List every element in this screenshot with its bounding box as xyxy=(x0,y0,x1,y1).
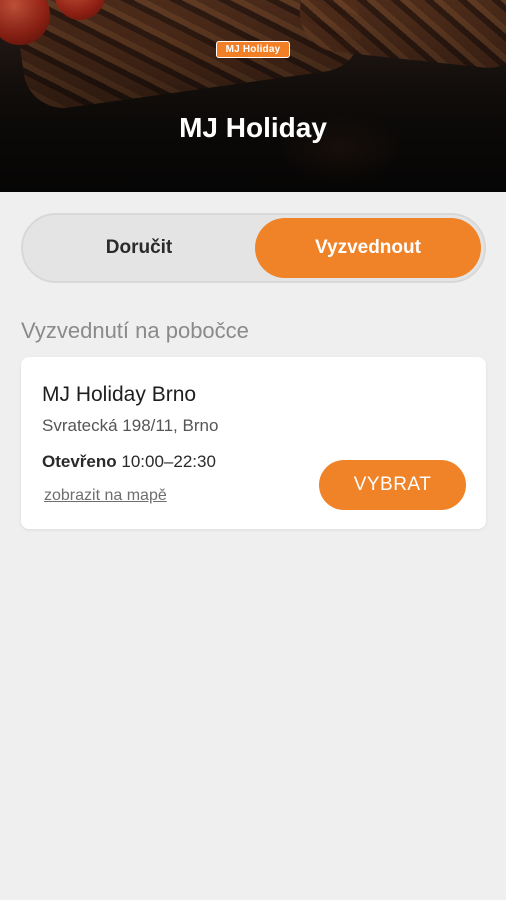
branch-address: Svratecká 198/11, Brno xyxy=(42,416,219,435)
section-heading: Vyzvednutí na pobočce xyxy=(21,318,249,343)
opening-hours: Otevřeno 10:00–22:30 xyxy=(42,452,216,472)
show-on-map-link[interactable]: zobrazit na mapě xyxy=(44,487,167,505)
opening-hours-value: 10:00–22:30 xyxy=(121,452,216,471)
page-title: MJ Holiday xyxy=(179,112,327,143)
tab-pickup[interactable]: Vyzvednout xyxy=(255,218,481,278)
delivery-mode-toggle: Doručit Vyzvednout xyxy=(21,213,486,283)
branch-card: MJ Holiday Brno Svratecká 198/11, Brno O… xyxy=(21,357,486,529)
branch-name: MJ Holiday Brno xyxy=(42,383,197,406)
brand-logo: MJ Holiday xyxy=(216,41,290,58)
banner-overlay xyxy=(0,0,506,192)
tab-delivery[interactable]: Doručit xyxy=(26,218,252,278)
header-banner: MJ Holiday MJ Holiday xyxy=(0,0,506,192)
opening-hours-label: Otevřeno xyxy=(42,452,117,471)
select-branch-button[interactable]: VYBRAT xyxy=(319,460,466,510)
